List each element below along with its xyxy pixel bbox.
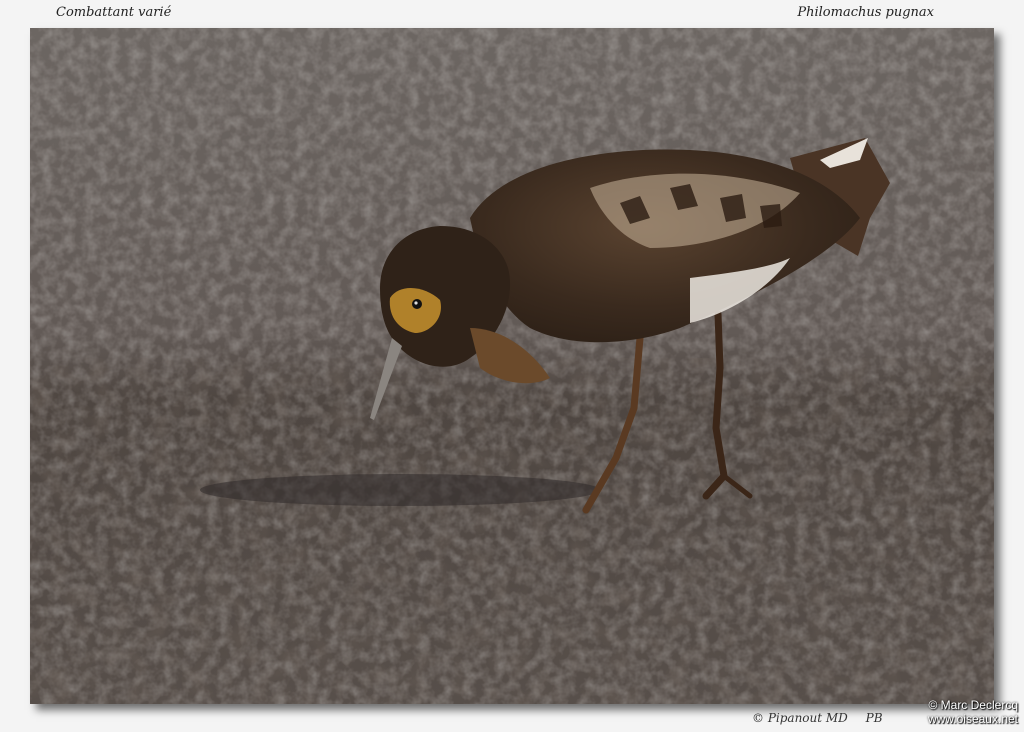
scientific-name-caption: Philomachus pugnax	[797, 5, 934, 20]
watermark-author: © Marc Declercq	[928, 698, 1018, 712]
photo-scene	[30, 28, 994, 704]
footer-credit: © Pipanout MD PB	[752, 711, 883, 725]
common-name-caption: Combattant varié	[56, 5, 172, 20]
watermark: © Marc Declercq www.oiseaux.net	[928, 698, 1018, 726]
watermark-site: www.oiseaux.net	[927, 712, 1018, 726]
copyright-symbol: ©	[752, 711, 764, 725]
author-credit: Pipanout MD	[767, 711, 848, 725]
photographer-initials: PB	[865, 711, 883, 725]
bird-photo	[30, 28, 994, 704]
